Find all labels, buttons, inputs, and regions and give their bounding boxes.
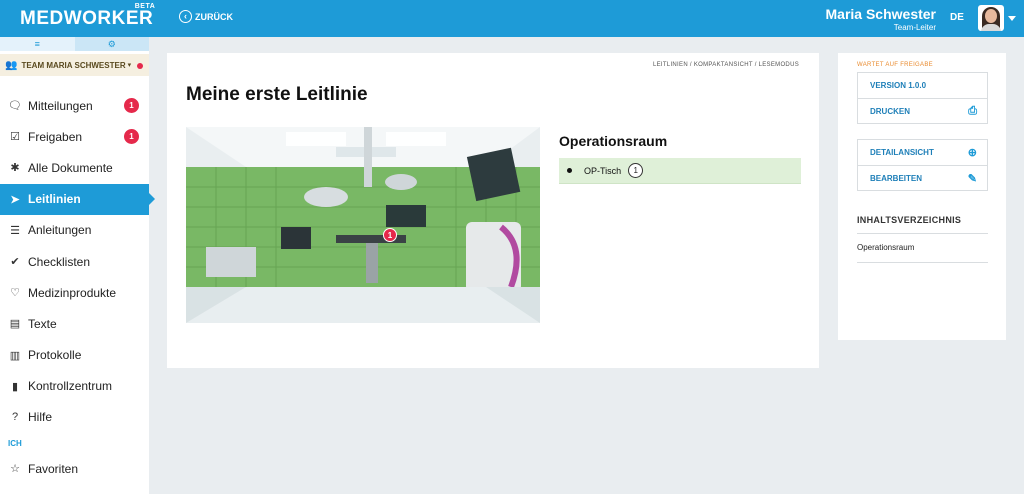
sidebar-item-freigaben[interactable]: ☑ Freigaben 1: [0, 121, 149, 152]
sidebar-item-texte[interactable]: ▤ Texte: [0, 308, 149, 339]
image-hotspot-marker[interactable]: 1: [383, 228, 397, 242]
sidebar-item-label: Leitlinien: [28, 192, 81, 207]
sidebar-item-label: Anleitungen: [28, 223, 92, 238]
toc-title: INHALTSVERZEICHNIS: [857, 215, 962, 225]
back-label: ZURÜCK: [195, 11, 233, 22]
detail-view-label: DETAILANSICHT: [870, 148, 934, 157]
edit-button[interactable]: BEARBEITEN ✎: [858, 165, 987, 190]
status-label: WARTET AUF FREIGABE: [857, 62, 933, 68]
version-actions: VERSION 1.0.0 DRUCKEN ⎙: [857, 72, 988, 124]
room-item-label: OP-Tisch: [584, 165, 622, 176]
sidebar-item-label: Alle Dokumente: [28, 160, 113, 175]
detail-view-button[interactable]: DETAILANSICHT ⊕: [858, 140, 987, 165]
version-label: VERSION 1.0.0: [870, 81, 927, 90]
user-info[interactable]: Maria Schwester Team-Leiter: [826, 6, 937, 32]
sidebar-tabs: ≡ ⚙: [0, 37, 149, 51]
sidebar-item-label: Freigaben: [28, 129, 83, 144]
avatar-face: [985, 9, 997, 23]
beta-badge: BETA: [134, 3, 156, 10]
sidebar-item-leitlinien[interactable]: ➤ Leitlinien: [0, 183, 155, 215]
sidebar-item-label: Checklisten: [28, 254, 91, 269]
list-icon: ☰: [10, 224, 20, 237]
sidebar-item-medizinprodukte[interactable]: ♡ Medizinprodukte: [0, 277, 149, 308]
sidebar-item-label: Medizinprodukte: [28, 285, 117, 300]
sidebar-item-label: Texte: [28, 316, 57, 331]
team-name: TEAM MARIA SCHWESTER: [21, 60, 126, 70]
arrow-left-icon: ‹: [179, 10, 192, 23]
sidebar-item-checklisten[interactable]: ✔ Checklisten: [0, 246, 149, 277]
language-switch[interactable]: DE: [950, 12, 964, 23]
sidebar-item-protokolle[interactable]: ▥ Protokolle: [0, 340, 149, 371]
logo-text: MEDWORKER: [20, 8, 154, 29]
avatar-body: [981, 24, 1001, 31]
back-button[interactable]: ‹ ZURÜCK: [179, 10, 233, 23]
team-selector[interactable]: 👥 TEAM MARIA SCHWESTER ▾: [0, 54, 149, 76]
sidebar-item-anleitungen[interactable]: ☰ Anleitungen: [0, 215, 149, 246]
view-actions: DETAILANSICHT ⊕ BEARBEITEN ✎: [857, 139, 988, 191]
count-badge: 1: [124, 129, 139, 145]
caret-down-icon: ▾: [127, 62, 132, 69]
settings-tab[interactable]: ⚙: [74, 37, 149, 51]
page-title: Meine erste Leitlinie: [186, 84, 368, 105]
count-badge: 1: [124, 98, 139, 113]
operating-room-illustration: [186, 127, 540, 323]
operating-room-image: 1: [186, 127, 540, 323]
check-circle-icon: ✔: [10, 256, 20, 269]
zoom-in-icon: ⊕: [967, 147, 977, 159]
room-section-title: Operationsraum: [559, 133, 668, 149]
print-label: DRUCKEN: [870, 106, 910, 116]
sidebar-item-label: Mitteilungen: [28, 98, 93, 113]
breadcrumb: LEITLINIEN / KOMPAKTANSICHT / LESEMODUS: [652, 62, 799, 68]
speech-bubble-icon: 🗨: [8, 100, 22, 113]
user-menu-caret-icon[interactable]: [1008, 16, 1016, 21]
toc-item[interactable]: Operationsraum: [857, 243, 914, 252]
send-icon: ➤: [10, 193, 20, 206]
print-button[interactable]: DRUCKEN ⎙: [858, 98, 987, 123]
sidebar-item-kontrollzentrum[interactable]: ▮ Kontrollzentrum: [0, 371, 149, 402]
app-logo[interactable]: MEDWORKER BETA: [20, 3, 155, 30]
sidebar-nav: 🗨 Mitteilungen 1 ☑ Freigaben 1 ✱ Alle Do…: [0, 90, 155, 484]
printer-icon: ⎙: [968, 104, 977, 117]
star-icon: ☆: [10, 463, 20, 476]
asterisk-icon: ✱: [10, 162, 20, 175]
sidebar: ≡ ⚙ 👥 TEAM MARIA SCHWESTER ▾ 🗨 Mitteilun…: [0, 37, 155, 494]
sidebar-item-label: Protokolle: [28, 348, 82, 363]
clipboard-icon: ▥: [9, 349, 21, 362]
sidebar-item-hilfe[interactable]: ? Hilfe: [0, 402, 149, 433]
room-item-count: 1: [628, 163, 644, 178]
main-content: LEITLINIEN / KOMPAKTANSICHT / LESEMODUS …: [167, 53, 819, 368]
bullet-icon: [567, 168, 572, 173]
section-label-ich: ICH: [8, 438, 22, 448]
team-icon: 👥: [5, 59, 18, 71]
divider: [857, 233, 988, 234]
book-icon: ▤: [9, 318, 21, 331]
divider: [857, 262, 988, 263]
checkbox-icon: ☑: [10, 131, 20, 144]
hamburger-icon: ≡: [34, 39, 40, 49]
notification-dot: [137, 63, 143, 69]
heartbeat-icon: ♡: [10, 287, 20, 300]
avatar[interactable]: [978, 5, 1004, 31]
top-bar: MEDWORKER BETA ‹ ZURÜCK Maria Schwester …: [0, 0, 1024, 37]
edit-label: BEARBEITEN: [870, 173, 923, 183]
menu-tab[interactable]: ≡: [0, 37, 75, 51]
user-role: Team-Leiter: [893, 23, 936, 32]
version-button[interactable]: VERSION 1.0.0: [858, 73, 987, 98]
sidebar-item-favoriten[interactable]: ☆ Favoriten: [0, 453, 149, 484]
user-name: Maria Schwester: [825, 6, 937, 22]
room-item-row[interactable]: OP-Tisch 1: [559, 158, 801, 184]
sidebar-item-alle-dokumente[interactable]: ✱ Alle Dokumente: [0, 152, 149, 183]
right-panel: WARTET AUF FREIGABE VERSION 1.0.0 DRUCKE…: [838, 53, 1006, 340]
gears-icon: ⚙: [107, 38, 116, 49]
sidebar-item-label: Kontrollzentrum: [28, 379, 113, 394]
sidebar-item-mitteilungen[interactable]: 🗨 Mitteilungen 1: [0, 90, 149, 121]
pencil-icon: ✎: [967, 172, 977, 185]
bar-chart-icon: ▮: [11, 380, 19, 393]
sidebar-item-label: Favoriten: [28, 461, 79, 476]
sidebar-item-label: Hilfe: [28, 410, 53, 425]
question-circle-icon: ?: [11, 411, 19, 424]
